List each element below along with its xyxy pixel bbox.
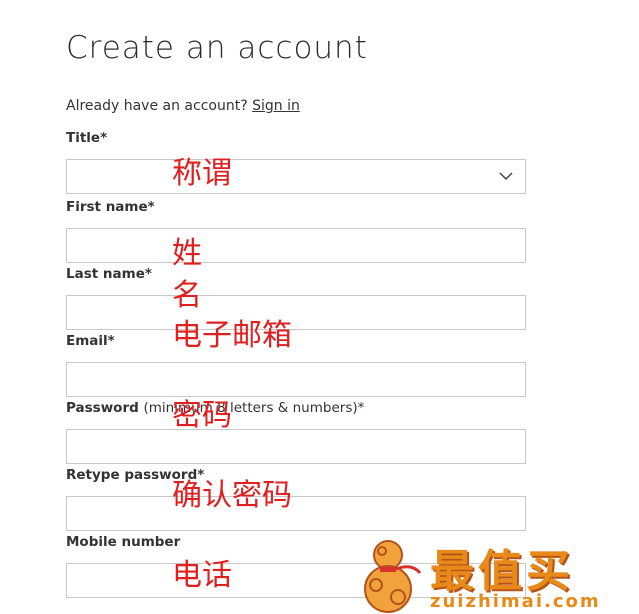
email-field[interactable]: [66, 362, 526, 397]
watermark-logo: 最值买 zuizhimai.com: [350, 533, 639, 614]
last-name-input[interactable]: [67, 296, 525, 329]
signin-row: Already have an account? Sign in: [66, 98, 300, 114]
first-name-field[interactable]: [66, 228, 526, 263]
annotation-email: 电子邮箱: [172, 318, 292, 353]
annotation-retype-password: 确认密码: [172, 478, 292, 513]
annotation-last-name: 名: [172, 278, 202, 313]
retype-password-input[interactable]: [67, 497, 525, 530]
password-input[interactable]: [67, 430, 525, 463]
gourd-logo-icon: [364, 540, 422, 613]
email-label: Email*: [66, 333, 115, 349]
chevron-down-icon: [499, 172, 513, 181]
page-title: Create an account: [66, 30, 368, 66]
watermark-name: 最值买: [430, 546, 574, 597]
annotation-title: 称谓: [172, 156, 232, 191]
watermark-domain: zuizhimai.com: [430, 591, 601, 612]
mobile-label: Mobile number: [66, 534, 181, 550]
signin-prompt: Already have an account?: [66, 98, 248, 114]
annotation-mobile: 电话: [172, 558, 232, 593]
signin-link[interactable]: Sign in: [252, 98, 300, 114]
password-label-text: Password: [66, 400, 139, 416]
annotation-password: 密码: [172, 398, 232, 433]
annotation-first-name: 姓: [172, 236, 202, 271]
title-select[interactable]: [66, 159, 526, 194]
first-name-input[interactable]: [67, 229, 525, 262]
last-name-label: Last name*: [66, 266, 152, 282]
retype-password-field[interactable]: [66, 496, 526, 531]
email-input[interactable]: [67, 363, 525, 396]
first-name-label: First name*: [66, 199, 155, 215]
last-name-field[interactable]: [66, 295, 526, 330]
password-field[interactable]: [66, 429, 526, 464]
title-label: Title*: [66, 130, 108, 146]
